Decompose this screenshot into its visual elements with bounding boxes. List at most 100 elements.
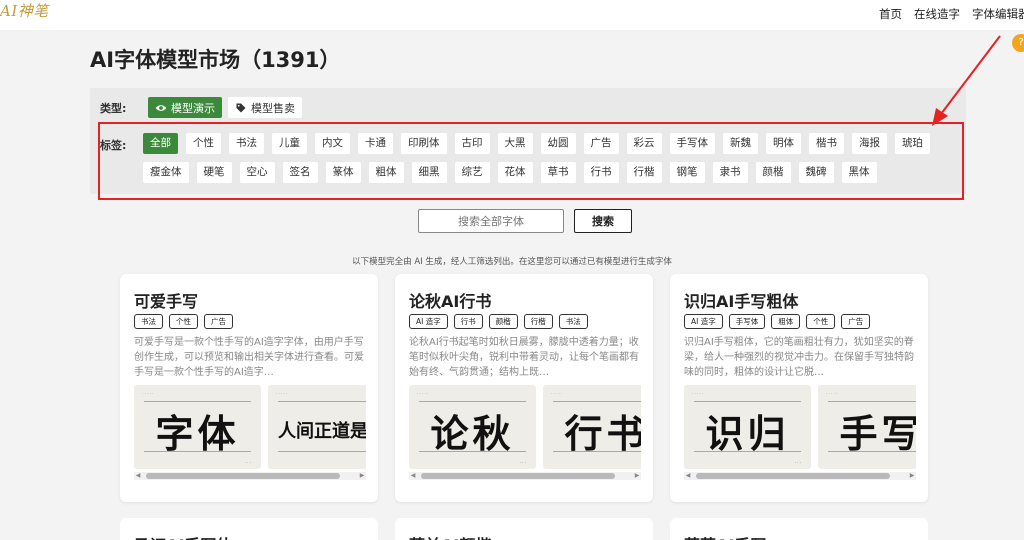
card-tag[interactable]: 行楷 (523, 314, 553, 329)
card-tag[interactable]: AI 造字 (684, 314, 723, 329)
type-chip-label: 模型售卖 (251, 101, 295, 115)
tag-chip[interactable]: 隶书 (712, 162, 748, 183)
nav-home[interactable]: 首页 (879, 6, 902, 22)
type-chip-sale[interactable]: 模型售卖 (228, 97, 302, 118)
scroll-left-icon[interactable]: ◀ (134, 472, 142, 480)
preview-scrollbar[interactable]: ◀ ▶ (409, 472, 641, 480)
card-tag[interactable]: 行书 (453, 314, 483, 329)
preview-text: 人间正道是沧 (278, 421, 366, 442)
font-card[interactable]: 蒂兰AI颜楷 (395, 518, 653, 540)
card-tag[interactable]: 书法 (134, 314, 163, 329)
tag-chip[interactable]: 广告 (583, 133, 619, 154)
search-input[interactable] (418, 209, 564, 233)
tag-chip[interactable]: 细黑 (411, 162, 447, 183)
card-title[interactable]: 马证AI手写体 (134, 532, 232, 540)
tag-chip[interactable]: 空心 (239, 162, 275, 183)
scroll-right-icon[interactable]: ▶ (358, 472, 366, 480)
font-card[interactable]: 可爱手写 书法 个性 广告 可爱手写是一款个性手写的AI造字字体，由用户手写创作生成… (120, 274, 378, 502)
tag-chip[interactable]: 印刷体 (401, 133, 447, 154)
scroll-left-icon[interactable]: ◀ (409, 472, 417, 480)
card-tag[interactable]: 广告 (204, 314, 233, 329)
tag-chip[interactable]: 个性 (186, 133, 221, 154)
filter-panel: 类型: 模型演示 模型售卖 标签: 全部 个性 书法 儿童 内文 卡通 印刷体 古印 大黑 幼圆广… (90, 88, 966, 194)
font-card[interactable]: 识归AI手写粗体 AI 造字 手写体 粗体 个性 广告 识归AI手写粗体，它的笔画粗壮有… (670, 274, 928, 502)
preview-caption: · · · · · (276, 391, 288, 396)
tag-chip[interactable]: 全部 (143, 133, 178, 154)
card-tag-list: AI 造字 手写体 粗体 个性 广告 (684, 314, 871, 329)
search-bar: 搜索 (418, 209, 632, 233)
font-preview-image[interactable]: · · · · · 人间正道是沧 · · · (268, 385, 366, 469)
tag-chip[interactable]: 草书 (540, 162, 576, 183)
tag-chip[interactable]: 书法 (229, 133, 264, 154)
card-title[interactable]: 识归AI手写粗体 (684, 288, 798, 312)
tag-chip[interactable]: 手写体 (669, 133, 715, 154)
scroll-right-icon[interactable]: ▶ (908, 472, 916, 480)
tag-chip[interactable]: 海报 (852, 133, 887, 154)
scroll-thumb[interactable] (421, 473, 615, 479)
preview-rule (419, 451, 526, 452)
font-preview-image[interactable]: · · · · · 字体 · · · (134, 385, 261, 469)
card-tag[interactable]: 粗体 (771, 314, 801, 329)
font-card[interactable]: 草草AI手写 (670, 518, 928, 540)
font-preview-image[interactable]: · · · · · 手写 · · · (818, 385, 916, 469)
tag-chip[interactable]: 内文 (315, 133, 350, 154)
preview-brand: · · · (244, 460, 251, 465)
card-tag[interactable]: 广告 (841, 314, 871, 329)
tag-chip[interactable]: 儿童 (272, 133, 307, 154)
tag-chip[interactable]: 古印 (454, 133, 490, 154)
preview-caption: · · · · · (417, 391, 429, 396)
tag-chip[interactable]: 综艺 (454, 162, 490, 183)
tag-chip[interactable]: 卡通 (358, 133, 393, 154)
type-chip-demo[interactable]: 模型演示 (148, 97, 222, 118)
tag-chip[interactable]: 签名 (282, 162, 318, 183)
card-tag[interactable]: 书法 (558, 314, 588, 329)
floating-help-icon[interactable]: ? (1012, 34, 1024, 52)
site-logo[interactable]: AI神笔 (0, 0, 49, 21)
search-button[interactable]: 搜索 (574, 209, 632, 233)
card-title[interactable]: 蒂兰AI颜楷 (409, 532, 491, 540)
preview-rule (553, 451, 641, 452)
card-title[interactable]: 可爱手写 (134, 288, 198, 312)
preview-rule (694, 401, 801, 402)
tag-chip[interactable]: 楷书 (809, 133, 844, 154)
card-tag[interactable]: 个性 (169, 314, 198, 329)
font-preview-image[interactable]: · · · · · 论秋 · · · (409, 385, 536, 469)
tag-chip[interactable]: 篆体 (325, 162, 361, 183)
tag-chip[interactable]: 粗体 (368, 162, 404, 183)
font-preview-image[interactable]: · · · · · 识归 · · · (684, 385, 811, 469)
tag-chip[interactable]: 行楷 (626, 162, 662, 183)
card-tag[interactable]: 颜楷 (488, 314, 518, 329)
preview-strip: · · · · · 字体 · · · · · · · · 人间正道是沧 · · … (134, 385, 366, 471)
font-preview-image[interactable]: · · · · · 行书 · · · (543, 385, 641, 469)
tag-chip[interactable]: 新魏 (723, 133, 758, 154)
font-card[interactable]: 论秋AI行书 AI 造字 行书 颜楷 行楷 书法 论秋AI行书起笔时如秋日晨雾，朦胧中透… (395, 274, 653, 502)
card-title[interactable]: 论秋AI行书 (409, 288, 491, 312)
scroll-thumb[interactable] (146, 473, 340, 479)
nav-font-editor[interactable]: 字体编辑器 (972, 6, 1024, 22)
card-tag[interactable]: AI 造字 (409, 314, 448, 329)
preview-scrollbar[interactable]: ◀ ▶ (684, 472, 916, 480)
preview-scrollbar[interactable]: ◀ ▶ (134, 472, 366, 480)
scroll-left-icon[interactable]: ◀ (684, 472, 692, 480)
scroll-right-icon[interactable]: ▶ (633, 472, 641, 480)
tag-chip[interactable]: 大黑 (497, 133, 533, 154)
tag-chip[interactable]: 琥珀 (895, 133, 930, 154)
nav-online-create[interactable]: 在线造字 (914, 6, 960, 22)
tag-chip[interactable]: 硬笔 (196, 162, 232, 183)
tag-chip[interactable]: 行书 (583, 162, 619, 183)
tag-chip[interactable]: 幼圆 (540, 133, 576, 154)
tag-chip[interactable]: 黑体 (841, 162, 877, 183)
tag-chip[interactable]: 瘦金体 (143, 162, 189, 183)
tag-chip[interactable]: 魏碑 (798, 162, 834, 183)
preview-strip: · · · · · 识归 · · · · · · · · 手写 · · · (684, 385, 916, 471)
card-tag[interactable]: 个性 (806, 314, 836, 329)
tag-chip[interactable]: 花体 (497, 162, 533, 183)
tag-chip[interactable]: 明体 (766, 133, 801, 154)
scroll-thumb[interactable] (696, 473, 890, 479)
font-card[interactable]: 马证AI手写体 (120, 518, 378, 540)
tag-chip[interactable]: 颜楷 (755, 162, 791, 183)
card-tag[interactable]: 手写体 (728, 314, 766, 329)
tag-chip[interactable]: 彩云 (626, 133, 662, 154)
card-title[interactable]: 草草AI手写 (684, 532, 766, 540)
tag-chip[interactable]: 钢笔 (669, 162, 705, 183)
